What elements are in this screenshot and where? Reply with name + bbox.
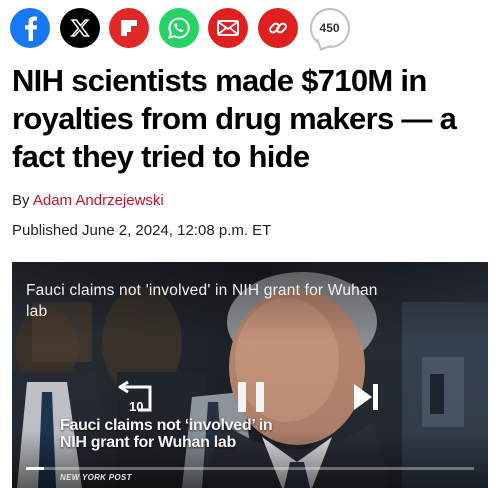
x-share-button[interactable]: [59, 8, 100, 48]
video-title-overlay: Fauci claims not ‘involved’ in NIH grant…: [60, 417, 273, 451]
byline: By Adam Andrzejewski: [12, 192, 164, 209]
facebook-share-button[interactable]: [10, 8, 50, 48]
share-count: 450: [319, 21, 340, 35]
share-count-badge[interactable]: 450: [309, 8, 350, 48]
published-date: Published June 2, 2024, 12:08 p.m. ET: [12, 222, 272, 239]
rewind-seconds: 10: [129, 399, 144, 414]
video-caption: Fauci claims not 'involved' in NIH grant…: [26, 282, 378, 320]
author-link[interactable]: Adam Andrzejewski: [33, 192, 164, 209]
byline-prefix: By: [12, 192, 33, 209]
whatsapp-icon: [167, 17, 190, 39]
progress-fill: [26, 467, 44, 470]
video-player[interactable]: Fauci claims not 'involved' in NIH grant…: [12, 262, 488, 488]
email-icon: [217, 20, 240, 36]
flipboard-icon: [121, 20, 138, 36]
article-headline: NIH scientists made $710M in royalties f…: [12, 63, 457, 174]
progress-bar[interactable]: [26, 467, 474, 470]
share-bar: 450: [10, 6, 350, 50]
facebook-icon: [25, 16, 38, 41]
copy-link-button[interactable]: [257, 8, 298, 48]
x-logo-icon: [69, 19, 90, 37]
link-icon: [269, 22, 287, 34]
pause-button[interactable]: [238, 382, 264, 412]
rewind-button[interactable]: 10: [112, 376, 158, 416]
pause-icon: [238, 382, 246, 412]
brand-watermark: NEW YORK POST: [60, 473, 132, 482]
pause-icon-bar: [256, 382, 264, 412]
skip-next-button[interactable]: [352, 382, 380, 412]
email-share-button[interactable]: [208, 8, 249, 48]
whatsapp-share-button[interactable]: [158, 8, 199, 48]
skip-next-icon: [354, 384, 378, 410]
flipboard-share-button[interactable]: [109, 8, 150, 48]
